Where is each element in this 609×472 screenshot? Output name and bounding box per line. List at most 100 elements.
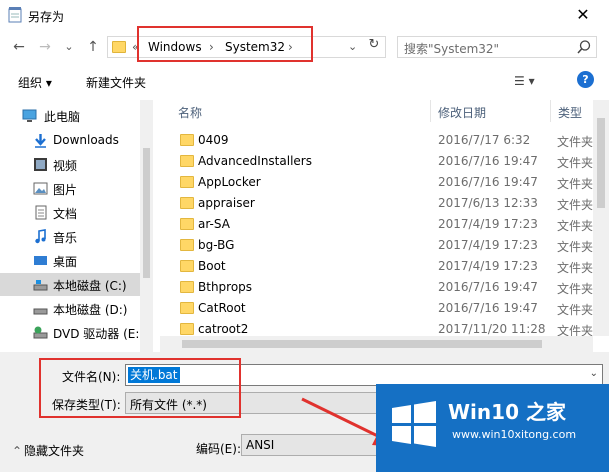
- navigation-pane: 此电脑 Downloads 视频 图片 文档 音乐 桌面 本地磁盘 (C:) 本…: [0, 100, 153, 352]
- file-name: AdvancedInstallers: [198, 154, 312, 168]
- sidebar-item-documents[interactable]: 文档: [0, 201, 140, 224]
- sidebar-item-label: 桌面: [53, 255, 78, 269]
- table-row[interactable]: bg-BG 2017/4/19 17:23 文件夹: [160, 235, 609, 256]
- file-date: 2017/4/19 17:23: [438, 217, 538, 231]
- sidebar-item-drive-c[interactable]: 本地磁盘 (C:): [0, 273, 140, 296]
- file-type: 文件夹: [557, 177, 594, 191]
- refresh-button[interactable]: ↻: [364, 37, 384, 57]
- file-date: 2016/7/16 19:47: [438, 301, 538, 315]
- file-date: 2017/6/13 12:33: [438, 196, 538, 210]
- folder-icon: [180, 302, 194, 314]
- file-name: ar-SA: [198, 217, 230, 231]
- highlight-box-address: [137, 26, 313, 62]
- column-header-type[interactable]: 类型: [558, 104, 582, 121]
- folder-icon: [180, 239, 194, 251]
- back-button[interactable]: ←: [10, 38, 28, 56]
- sidebar-item-music[interactable]: 音乐: [0, 225, 140, 248]
- column-header-date[interactable]: 修改日期: [438, 104, 486, 121]
- column-header-name[interactable]: 名称: [178, 104, 202, 121]
- help-button[interactable]: ?: [577, 71, 594, 88]
- close-button[interactable]: ✕: [573, 6, 593, 26]
- file-date: 2016/7/16 19:47: [438, 154, 538, 168]
- chevron-down-icon[interactable]: ⌄: [590, 368, 598, 379]
- folder-icon: [180, 134, 194, 146]
- notepad-icon: [8, 7, 22, 23]
- sidebar-item-downloads[interactable]: Downloads: [0, 129, 140, 152]
- table-row[interactable]: ar-SA 2017/4/19 17:23 文件夹: [160, 214, 609, 235]
- file-type: 文件夹: [557, 240, 594, 254]
- watermark-url: www.win10xitong.com: [452, 428, 577, 441]
- picture-icon: [33, 182, 48, 195]
- sidebar-scroll-thumb[interactable]: [143, 148, 150, 278]
- table-row[interactable]: Bthprops 2016/7/16 19:47 文件夹: [160, 277, 609, 298]
- sidebar-item-label: 本地磁盘 (D:): [53, 303, 128, 317]
- sidebar-scrollbar[interactable]: [140, 100, 153, 352]
- file-type: 文件夹: [557, 156, 594, 170]
- organize-menu[interactable]: 组织 ▾: [18, 74, 52, 91]
- sidebar-item-dvd-drive[interactable]: DVD 驱动器 (E:): [0, 321, 144, 344]
- table-row[interactable]: Boot 2017/4/19 17:23 文件夹: [160, 256, 609, 277]
- new-folder-button[interactable]: 新建文件夹: [86, 74, 146, 91]
- column-divider[interactable]: [550, 100, 551, 122]
- sidebar-item-label: 音乐: [53, 231, 78, 245]
- file-type: 文件夹: [557, 135, 594, 149]
- windows-logo-icon: [392, 401, 436, 447]
- download-icon: [35, 134, 46, 148]
- file-list: 名称 修改日期 类型 0409 2016/7/17 6:32 文件夹 Advance…: [160, 100, 609, 336]
- sidebar-item-this-pc[interactable]: 此电脑: [0, 104, 140, 127]
- table-row[interactable]: catroot2 2017/11/20 11:28 文件夹: [160, 319, 609, 336]
- file-type: 文件夹: [557, 261, 594, 275]
- file-list-vertical-scrollbar[interactable]: [593, 100, 609, 336]
- hide-folders-toggle[interactable]: ⌃ 隐藏文件夹: [12, 442, 84, 459]
- file-name: Bthprops: [198, 280, 253, 294]
- table-row[interactable]: AppLocker 2016/7/16 19:47 文件夹: [160, 172, 609, 193]
- search-icon: [577, 40, 591, 54]
- table-row[interactable]: CatRoot 2016/7/16 19:47 文件夹: [160, 298, 609, 319]
- file-date: 2017/4/19 17:23: [438, 259, 538, 273]
- chevron-up-icon: ⌃: [12, 444, 23, 458]
- table-row[interactable]: AdvancedInstallers 2016/7/16 19:47 文件夹: [160, 151, 609, 172]
- search-placeholder: 搜索"System32": [404, 42, 500, 56]
- forward-button[interactable]: →: [36, 38, 54, 56]
- file-name: Boot: [198, 259, 226, 273]
- file-name: catroot2: [198, 322, 249, 336]
- video-icon: [34, 158, 47, 171]
- column-divider[interactable]: [430, 100, 431, 122]
- sidebar-item-videos[interactable]: 视频: [0, 153, 140, 176]
- vertical-scroll-thumb[interactable]: [597, 118, 605, 208]
- search-input[interactable]: 搜索"System32": [397, 36, 597, 58]
- watermark-brand: Win10 之家: [448, 400, 566, 424]
- file-list-horizontal-scrollbar[interactable]: [160, 336, 593, 352]
- file-name: bg-BG: [198, 238, 235, 252]
- file-name: 0409: [198, 133, 229, 147]
- sidebar-item-drive-d[interactable]: 本地磁盘 (D:): [0, 297, 140, 320]
- dvd-drive-icon: [33, 326, 48, 339]
- table-row[interactable]: 0409 2016/7/17 6:32 文件夹: [160, 130, 609, 151]
- address-history-dropdown[interactable]: ⌄: [348, 40, 357, 53]
- encoding-label: 编码(E):: [196, 442, 241, 456]
- file-name: AppLocker: [198, 175, 261, 189]
- table-row[interactable]: appraiser 2017/6/13 12:33 文件夹: [160, 193, 609, 214]
- file-name: CatRoot: [198, 301, 246, 315]
- sidebar-item-label: DVD 驱动器 (E:): [53, 327, 145, 341]
- desktop-icon: [34, 256, 47, 265]
- sidebar-item-label: 图片: [53, 183, 78, 197]
- sidebar-item-desktop[interactable]: 桌面: [0, 249, 140, 272]
- file-date: 2016/7/17 6:32: [438, 133, 531, 147]
- file-date: 2017/11/20 11:28: [438, 322, 546, 336]
- file-type: 文件夹: [557, 198, 594, 212]
- drive-icon: [33, 308, 48, 315]
- horizontal-scroll-thumb[interactable]: [182, 340, 542, 348]
- file-date: 2016/7/16 19:47: [438, 280, 538, 294]
- folder-icon: [112, 41, 126, 53]
- recent-locations-dropdown[interactable]: ⌄: [60, 38, 78, 56]
- watermark-logo: Win10 之家 www.win10xitong.com: [376, 384, 609, 472]
- sidebar-item-label: 本地磁盘 (C:): [53, 279, 127, 293]
- up-button[interactable]: ↑: [84, 38, 102, 56]
- hide-folders-label: 隐藏文件夹: [24, 444, 85, 458]
- folder-icon: [180, 197, 194, 209]
- folder-icon: [180, 218, 194, 230]
- view-options-button[interactable]: ☰ ▾: [514, 74, 535, 88]
- sidebar-item-pictures[interactable]: 图片: [0, 177, 140, 200]
- file-type: 文件夹: [557, 282, 594, 296]
